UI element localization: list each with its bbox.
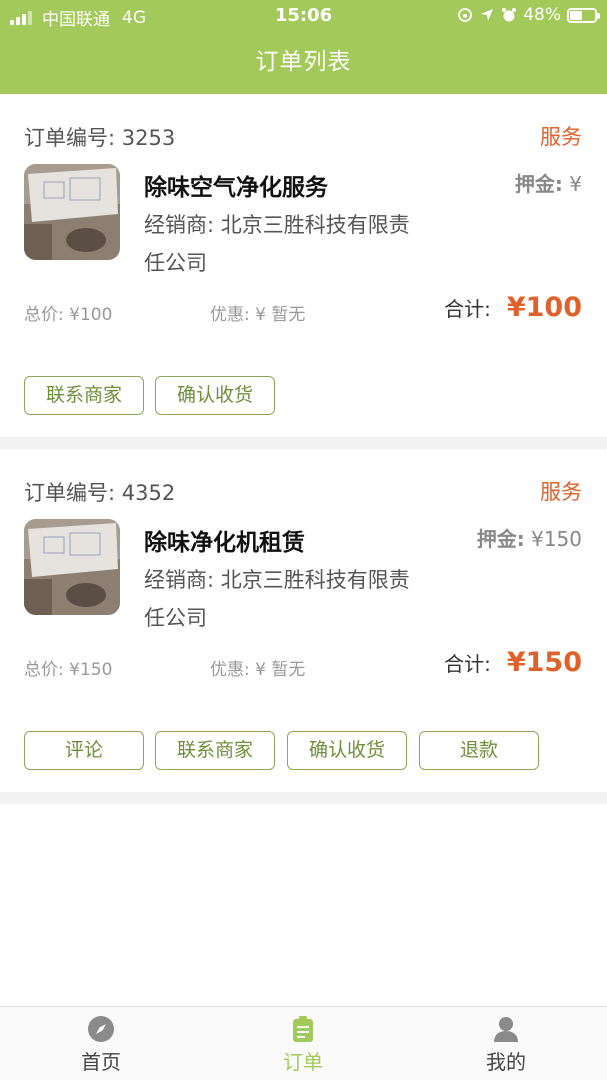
product-name[interactable]: 除味空气净化服务	[144, 168, 328, 202]
sum-value: ¥150	[506, 647, 582, 678]
compass-icon	[88, 1016, 114, 1042]
clipboard-icon	[293, 1016, 313, 1042]
order-number: 订单编号: 3253	[24, 126, 176, 150]
dealer-name: 经销商: 北京三胜科技有限责任公司	[144, 568, 410, 630]
product-thumbnail[interactable]	[24, 519, 120, 615]
order-sum: 合计: ¥100	[444, 292, 582, 323]
tab-orders-label: 订单	[283, 1050, 323, 1074]
divider	[0, 437, 607, 449]
divider	[0, 792, 607, 804]
tab-bar: 首页 订单 我的	[0, 1006, 607, 1080]
sum-value: ¥100	[506, 292, 582, 323]
order-card: 订单编号: 4352 服务 除味净化机租赁 押金: ¥150 经销商: 北京三胜…	[0, 449, 607, 792]
deposit-value: ¥	[569, 172, 582, 196]
sum-label: 合计:	[444, 652, 491, 676]
contact-merchant-button[interactable]: 联系商家	[24, 376, 144, 415]
deposit: 押金: ¥150	[477, 523, 582, 552]
order-number: 订单编号: 4352	[24, 481, 176, 505]
tab-home[interactable]: 首页	[41, 1015, 161, 1075]
total-price: 总价: ¥100	[24, 305, 113, 325]
contact-merchant-button[interactable]: 联系商家	[155, 731, 275, 770]
deposit-label: 押金:	[514, 172, 563, 196]
deposit-label: 押金:	[476, 527, 525, 551]
dealer-name: 经销商: 北京三胜科技有限责任公司	[144, 213, 410, 275]
deposit: 押金: ¥	[515, 168, 582, 197]
discount: 优惠: ¥ 暂无	[210, 660, 306, 680]
discount: 优惠: ¥ 暂无	[210, 305, 306, 325]
app-header: 中国联通 4G 15:06 48% 订单列表	[0, 0, 607, 94]
battery-percent: 48%	[523, 5, 561, 25]
order-type: 服务	[540, 125, 582, 149]
user-icon	[494, 1017, 518, 1042]
product-thumbnail[interactable]	[24, 164, 120, 260]
confirm-receipt-button[interactable]: 确认收货	[155, 376, 275, 415]
status-right: 48%	[457, 5, 600, 25]
refund-button[interactable]: 退款	[419, 731, 539, 770]
tab-home-label: 首页	[81, 1050, 121, 1074]
tab-profile[interactable]: 我的	[446, 1015, 566, 1075]
total-price: 总价: ¥150	[24, 660, 113, 680]
product-name[interactable]: 除味净化机租赁	[144, 523, 305, 557]
status-bar: 中国联通 4G 15:06 48%	[0, 0, 607, 32]
location-icon	[481, 9, 494, 21]
order-type: 服务	[540, 480, 582, 504]
battery-icon	[567, 7, 600, 23]
order-card: 订单编号: 3253 服务 除味空气净化服务 押金: ¥ 经销商: 北京三胜科技…	[0, 94, 607, 437]
page-title: 订单列表	[255, 49, 352, 75]
rotation-lock-icon	[458, 8, 473, 22]
sum-label: 合计:	[444, 297, 491, 321]
alarm-icon	[502, 8, 517, 22]
review-button[interactable]: 评论	[24, 731, 144, 770]
order-sum: 合计: ¥150	[444, 647, 582, 678]
confirm-receipt-button[interactable]: 确认收货	[287, 731, 407, 770]
tab-orders[interactable]: 订单	[243, 1015, 363, 1075]
tab-profile-label: 我的	[486, 1050, 526, 1074]
deposit-value: ¥150	[531, 527, 582, 551]
